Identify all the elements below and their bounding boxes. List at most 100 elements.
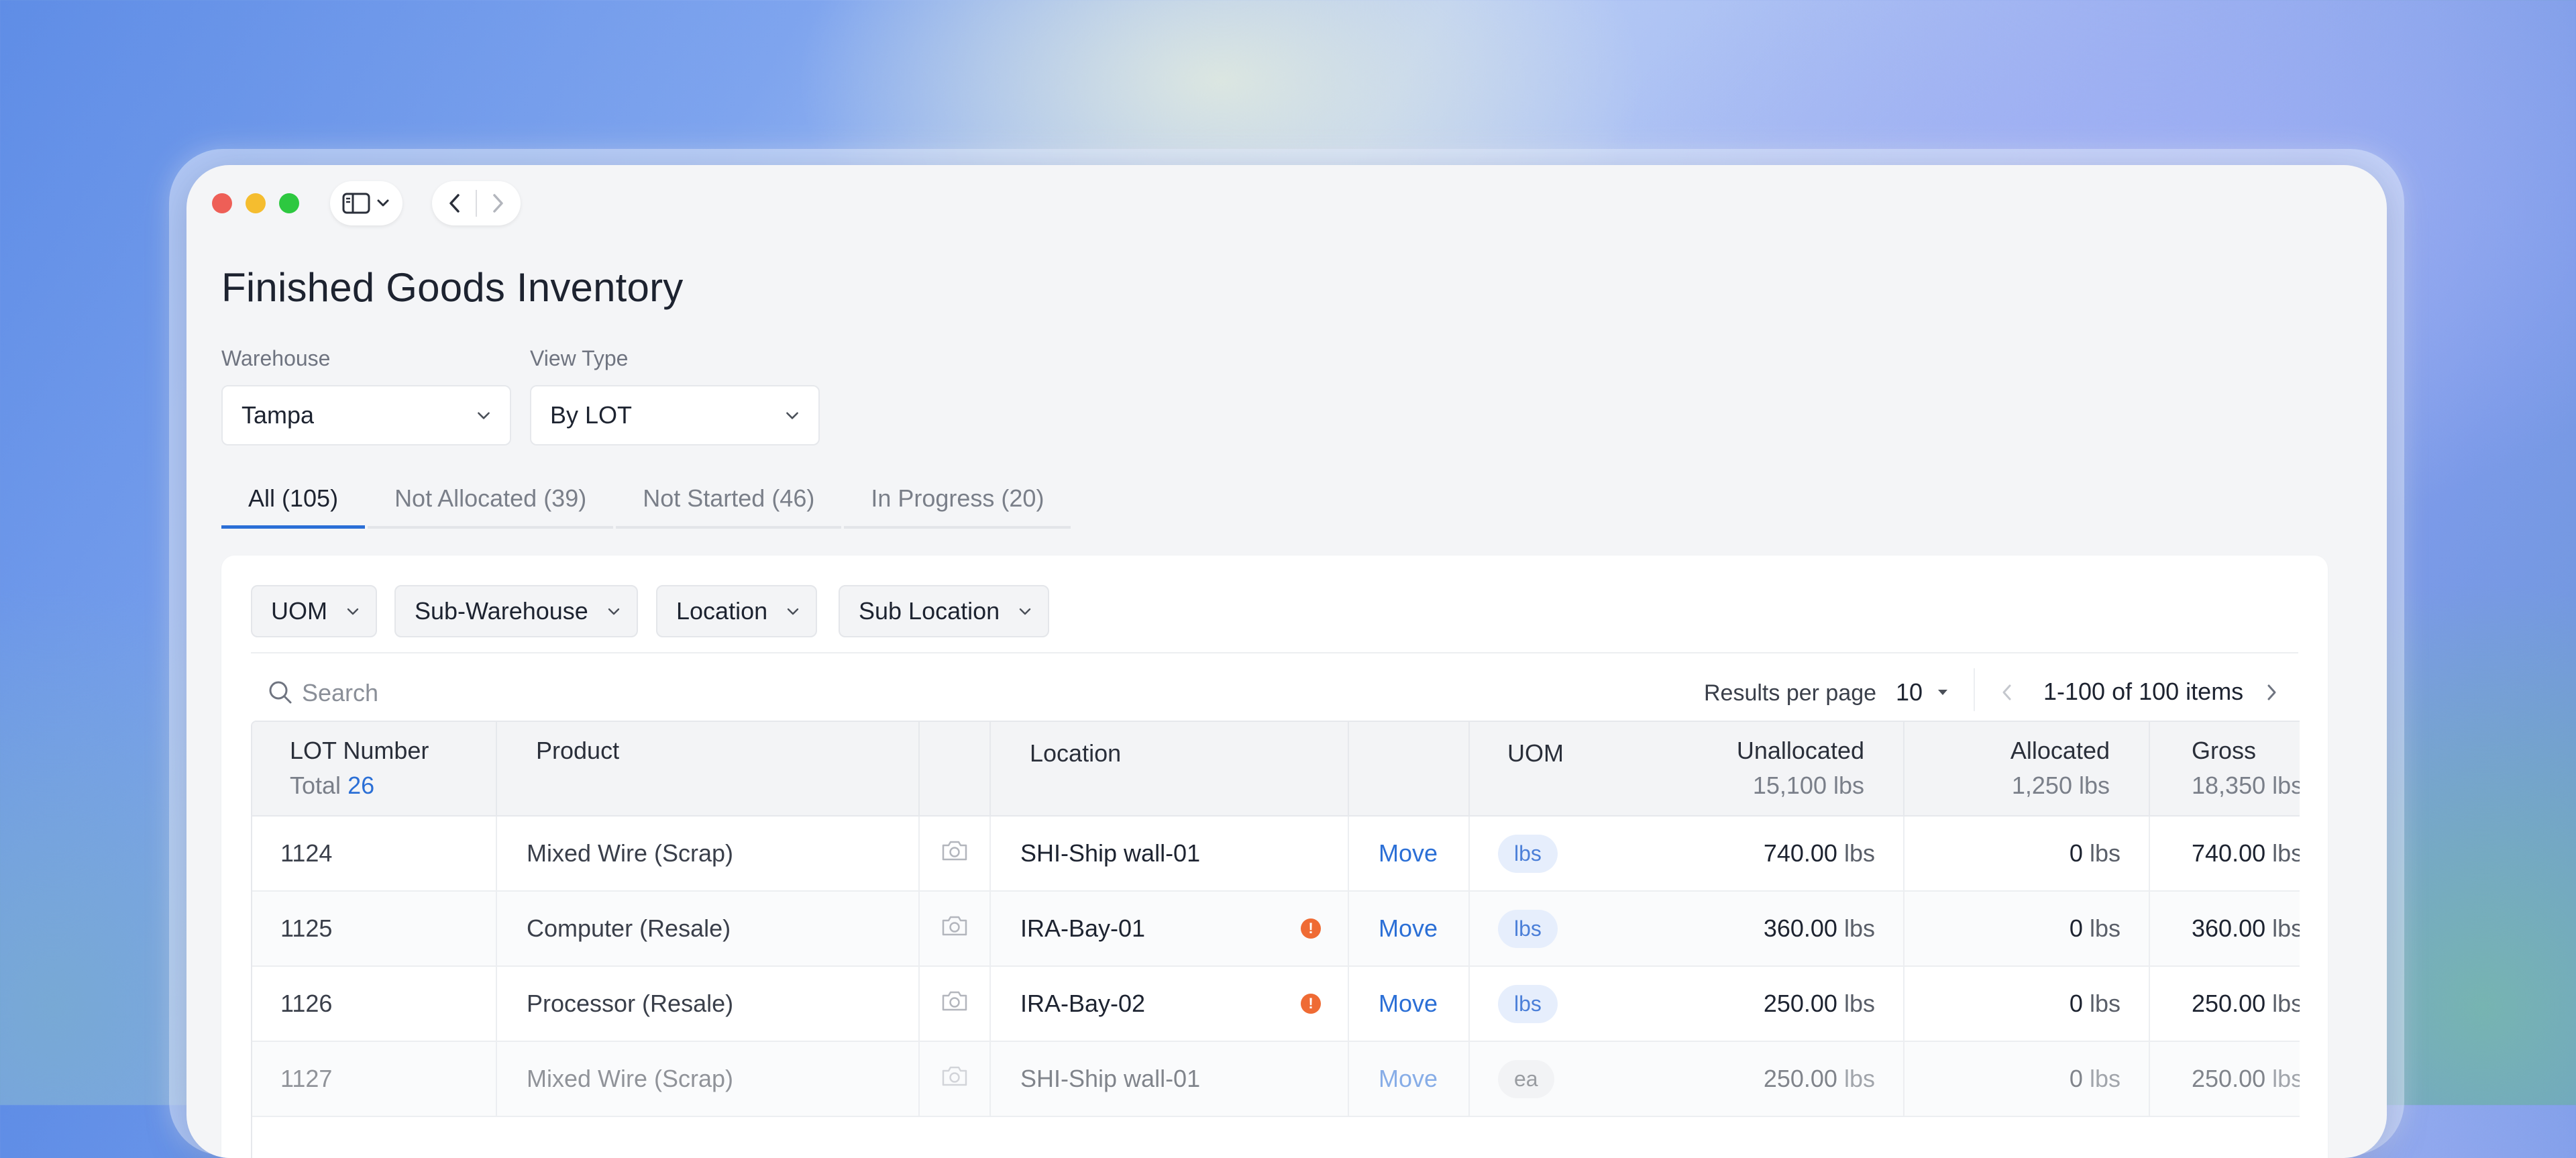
lot-number[interactable]: 1124: [252, 816, 497, 892]
action-cell: Move: [1348, 966, 1470, 1042]
tab-in-progress[interactable]: In Progress (20): [844, 480, 1071, 529]
column-header-gross[interactable]: Gross 18,350 lbs: [2149, 722, 2300, 817]
results-per-page-value: 10: [1896, 678, 1923, 706]
navigation-buttons: [432, 181, 521, 225]
warning-icon[interactable]: !: [1301, 994, 1321, 1014]
filter-chip-uom[interactable]: UOM: [251, 585, 377, 637]
product-name: Computer (Resale): [496, 891, 920, 967]
gross-value: 740.00: [2192, 839, 2266, 867]
table-header-row: LOT Number Total 26 Product Location UOM…: [252, 722, 2300, 817]
unallocated-header-label: Unallocated: [1736, 737, 1864, 764]
inventory-table-container: LOT Number Total 26 Product Location UOM…: [251, 721, 2300, 1158]
gross-value: 250.00: [2192, 990, 2266, 1017]
allocated-value: 0: [2069, 914, 2083, 942]
page-title: Finished Goods Inventory: [221, 265, 684, 310]
camera-icon[interactable]: [940, 839, 969, 863]
column-header-product[interactable]: Product: [496, 722, 920, 817]
column-header-location[interactable]: Location: [990, 722, 1349, 817]
action-cell: Move: [1348, 816, 1470, 892]
gross-cell: 250.00 lbs: [2149, 966, 2300, 1042]
tab-not-started[interactable]: Not Started (46): [616, 480, 842, 529]
uom-header-label: UOM: [1507, 739, 1564, 767]
inventory-card: UOM Sub-Warehouse Location Sub Location …: [221, 556, 2328, 1158]
location-name: SHI-Ship wall-01: [1020, 839, 1201, 867]
column-header-allocated[interactable]: Allocated 1,250 lbs: [1904, 722, 2150, 817]
uom-badge: lbs: [1498, 834, 1558, 873]
camera-icon[interactable]: [940, 1064, 969, 1088]
sidebar-toggle-button[interactable]: [330, 181, 402, 225]
move-button[interactable]: Move: [1379, 839, 1438, 867]
allocated-cell: 0 lbs: [1904, 966, 2150, 1042]
allocated-unit: lbs: [2089, 914, 2121, 942]
search-input[interactable]: [301, 675, 907, 711]
gross-unit: lbs: [2272, 990, 2300, 1017]
view-type-value: By LOT: [550, 401, 633, 429]
filter-chip-sub-location[interactable]: Sub Location: [839, 585, 1050, 637]
lot-number[interactable]: 1125: [252, 891, 497, 967]
lot-number[interactable]: 1126: [252, 966, 497, 1042]
gross-value: 250.00: [2192, 1065, 2266, 1092]
filter-chip-label: UOM: [271, 597, 327, 625]
table-row[interactable]: 1127 Mixed Wire (Scrap) SHI-Ship wall-01…: [252, 1041, 2300, 1117]
chevron-down-icon: [377, 199, 389, 207]
forward-arrow-icon[interactable]: [489, 191, 506, 215]
table-row[interactable]: 1126 Processor (Resale) IRA-Bay-02! Move…: [252, 966, 2300, 1042]
uom-badge: lbs: [1498, 909, 1558, 948]
warehouse-label: Warehouse: [221, 346, 331, 370]
lot-number[interactable]: 1127: [252, 1041, 497, 1117]
move-button[interactable]: Move: [1379, 914, 1438, 942]
uom-badge: lbs: [1498, 984, 1558, 1023]
results-per-page-select[interactable]: 10: [1896, 674, 1949, 711]
lot-total: Total 26: [290, 772, 495, 800]
column-header-uom[interactable]: UOM: [1469, 722, 1658, 817]
next-page-icon[interactable]: [2265, 680, 2279, 704]
camera-cell: [919, 816, 991, 892]
allocated-value: 0: [2069, 990, 2083, 1017]
nav-divider: [476, 190, 477, 217]
view-type-select[interactable]: By LOT: [530, 385, 820, 445]
filter-chip-location[interactable]: Location: [656, 585, 818, 637]
gross-unit: lbs: [2272, 839, 2300, 867]
unallocated-cell: 250.00 lbs: [1658, 966, 1904, 1042]
warehouse-select[interactable]: Tampa: [221, 385, 511, 445]
chevron-down-icon: [478, 412, 490, 419]
column-header-photo: [919, 722, 991, 817]
previous-page-icon[interactable]: [1999, 680, 2014, 704]
allocated-total: 1,250 lbs: [2011, 772, 2110, 799]
location-cell: SHI-Ship wall-01: [990, 1041, 1349, 1117]
sidebar-icon: [342, 193, 370, 214]
uom-badge: ea: [1498, 1059, 1554, 1098]
view-type-label: View Type: [530, 346, 629, 370]
zoom-window-button[interactable]: [279, 193, 299, 213]
camera-icon[interactable]: [940, 914, 969, 938]
table-row[interactable]: 1125 Computer (Resale) IRA-Bay-01! Move …: [252, 891, 2300, 967]
location-cell: SHI-Ship wall-01: [990, 816, 1349, 892]
back-arrow-icon[interactable]: [446, 191, 464, 215]
table-row[interactable]: 1124 Mixed Wire (Scrap) SHI-Ship wall-01…: [252, 816, 2300, 892]
filter-chip-sub-warehouse[interactable]: Sub-Warehouse: [394, 585, 638, 637]
caret-down-icon: [1938, 690, 1948, 695]
gross-header-label: Gross: [2192, 737, 2257, 764]
column-header-lot[interactable]: LOT Number Total 26: [252, 722, 497, 817]
gross-value: 360.00: [2192, 914, 2266, 942]
product-name: Mixed Wire (Scrap): [496, 1041, 920, 1117]
tab-not-allocated[interactable]: Not Allocated (39): [368, 480, 614, 529]
camera-icon[interactable]: [940, 989, 969, 1013]
tab-all[interactable]: All (105): [221, 480, 366, 529]
warning-icon[interactable]: !: [1301, 918, 1321, 939]
close-window-button[interactable]: [212, 193, 232, 213]
chevron-down-icon: [347, 608, 359, 615]
column-header-unallocated[interactable]: Unallocated 15,100 lbs: [1658, 722, 1904, 817]
move-button[interactable]: Move: [1379, 990, 1438, 1017]
camera-cell: [919, 1041, 991, 1117]
gross-total: 18,350 lbs: [2192, 772, 2300, 799]
unallocated-cell: 250.00 lbs: [1658, 1041, 1904, 1117]
unallocated-unit: lbs: [1843, 1065, 1875, 1092]
warehouse-value: Tampa: [241, 401, 315, 429]
unallocated-value: 250.00: [1763, 1065, 1837, 1092]
minimize-window-button[interactable]: [246, 193, 266, 213]
lot-total-label: Total: [290, 772, 341, 799]
location-name: IRA-Bay-01: [1020, 914, 1146, 942]
move-button[interactable]: Move: [1379, 1065, 1438, 1092]
uom-cell: lbs: [1469, 816, 1658, 892]
